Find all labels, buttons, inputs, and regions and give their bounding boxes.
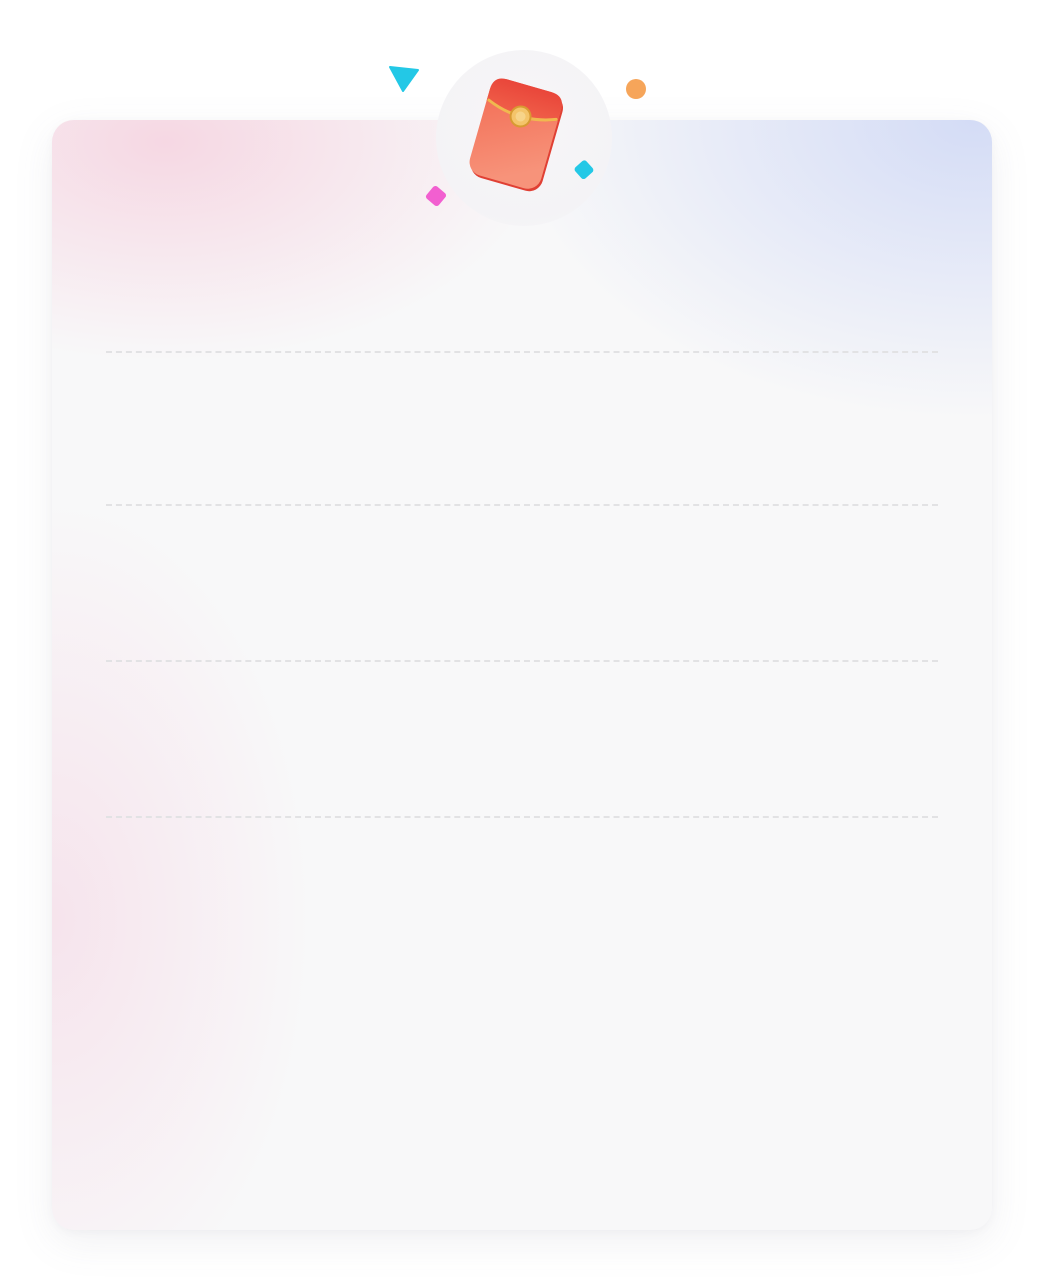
row-divider bbox=[106, 351, 938, 353]
diamond-confetti-icon bbox=[425, 185, 447, 207]
content-row bbox=[106, 420, 938, 480]
content-row bbox=[106, 730, 938, 790]
content-row bbox=[106, 270, 938, 330]
content-row bbox=[106, 880, 938, 940]
page-canvas bbox=[0, 0, 1044, 1281]
content-row bbox=[106, 575, 938, 635]
row-divider bbox=[106, 660, 938, 662]
row-divider bbox=[106, 504, 938, 506]
diamond-confetti-icon bbox=[574, 160, 594, 180]
red-envelope-icon bbox=[469, 78, 563, 192]
content-card bbox=[52, 120, 992, 1230]
triangle-confetti-icon bbox=[389, 66, 419, 92]
row-divider bbox=[106, 816, 938, 818]
circle-confetti-icon bbox=[626, 79, 646, 99]
